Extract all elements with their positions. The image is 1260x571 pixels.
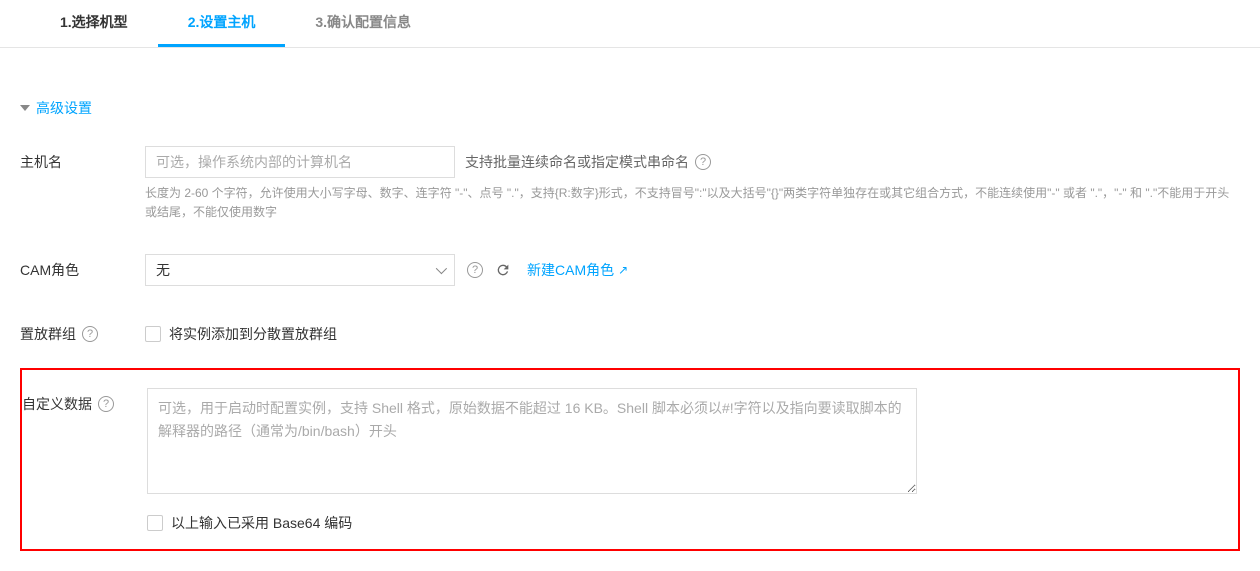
hostname-hint: 支持批量连续命名或指定模式串命名 xyxy=(465,152,689,172)
custom-data-label: 自定义数据 ? xyxy=(22,388,147,414)
custom-data-row: 自定义数据 ? 以上输入已采用 Base64 编码 xyxy=(22,380,1238,541)
custom-data-highlight: 自定义数据 ? 以上输入已采用 Base64 编码 xyxy=(20,368,1240,551)
cam-role-row: CAM角色 无 ? 新建CAM角色 ↗ xyxy=(20,246,1240,294)
triangle-down-icon xyxy=(20,105,30,111)
hostname-row: 主机名 支持批量连续命名或指定模式串命名 ? 长度为 2-60 个字符，允许使用… xyxy=(20,138,1240,230)
help-icon[interactable]: ? xyxy=(467,262,483,278)
placement-group-checkbox[interactable] xyxy=(145,326,161,342)
cam-role-label: CAM角色 xyxy=(20,254,145,280)
help-icon[interactable]: ? xyxy=(98,396,114,412)
base64-checkbox[interactable] xyxy=(147,515,163,531)
cam-role-select[interactable]: 无 xyxy=(145,254,455,286)
chevron-down-icon xyxy=(436,263,447,274)
tab-step1[interactable]: 1.选择机型 xyxy=(30,0,158,47)
placement-group-label: 置放群组 ? xyxy=(20,318,145,344)
custom-data-textarea[interactable] xyxy=(147,388,917,494)
advanced-settings-toggle[interactable]: 高级设置 xyxy=(20,48,1240,138)
help-icon[interactable]: ? xyxy=(695,154,711,170)
placement-group-checkbox-label: 将实例添加到分散置放群组 xyxy=(169,324,337,344)
external-link-icon: ↗ xyxy=(618,263,628,277)
tab-step2[interactable]: 2.设置主机 xyxy=(158,0,286,47)
tab-step3[interactable]: 3.确认配置信息 xyxy=(285,0,441,47)
placement-group-row: 置放群组 ? 将实例添加到分散置放群组 xyxy=(20,310,1240,352)
cam-role-selected-value: 无 xyxy=(156,260,170,280)
help-icon[interactable]: ? xyxy=(82,326,98,342)
new-cam-role-link[interactable]: 新建CAM角色 ↗ xyxy=(527,260,628,280)
base64-checkbox-label: 以上输入已采用 Base64 编码 xyxy=(171,513,352,533)
refresh-icon[interactable] xyxy=(495,262,511,278)
hostname-description: 长度为 2-60 个字符，允许使用大小写字母、数字、连字符 "-"、点号 "."… xyxy=(145,184,1235,222)
hostname-label: 主机名 xyxy=(20,146,145,172)
wizard-tabs: 1.选择机型 2.设置主机 3.确认配置信息 xyxy=(0,0,1260,48)
new-cam-role-link-text: 新建CAM角色 xyxy=(527,260,614,280)
hostname-input[interactable] xyxy=(145,146,455,178)
advanced-settings-label: 高级设置 xyxy=(36,98,92,118)
